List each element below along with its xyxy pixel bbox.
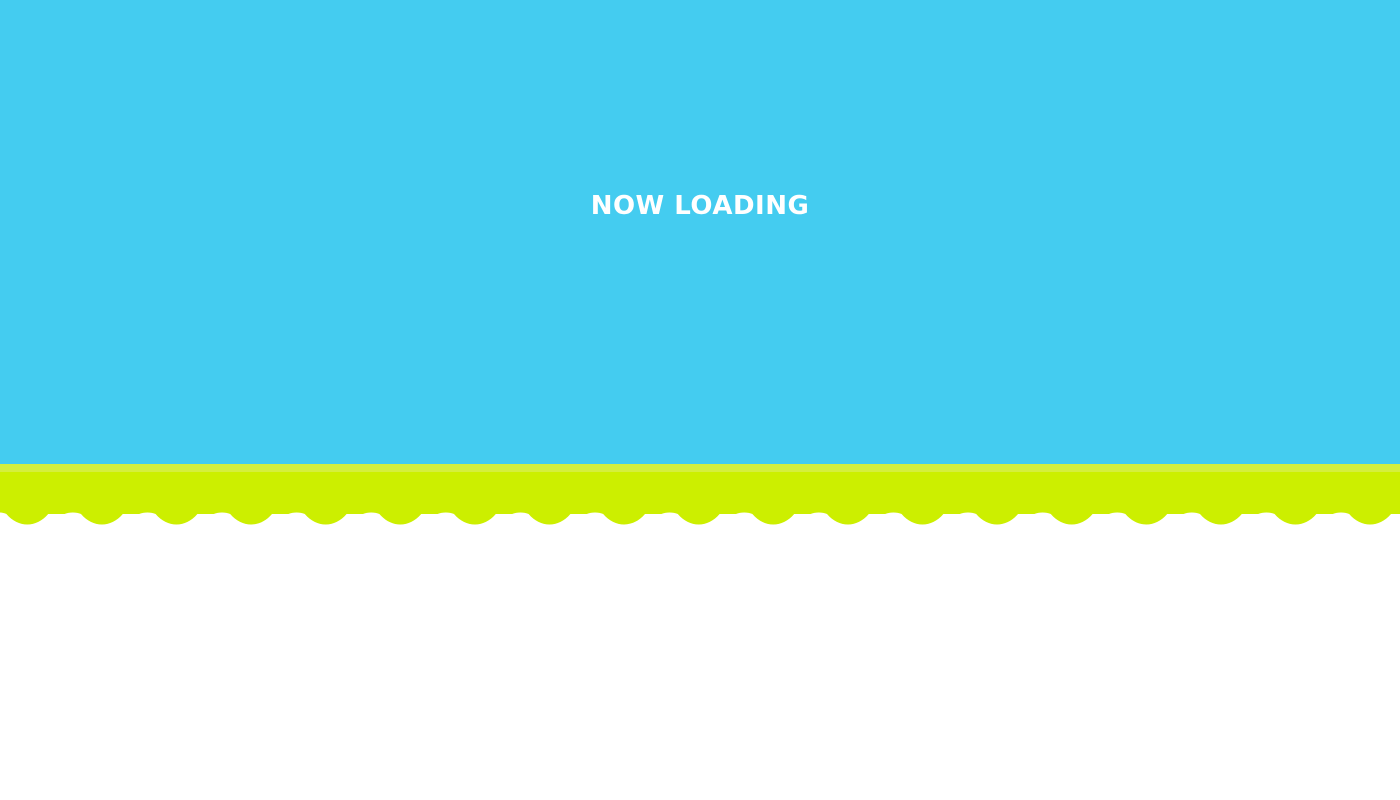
loading-label: NOW LOADING (590, 191, 810, 221)
sky-background (0, 0, 1400, 464)
scallop-shape (0, 472, 1400, 525)
scallop-border (0, 472, 1400, 525)
divider-line (0, 464, 1400, 472)
loading-screen: NOW LOADING (0, 0, 1400, 800)
